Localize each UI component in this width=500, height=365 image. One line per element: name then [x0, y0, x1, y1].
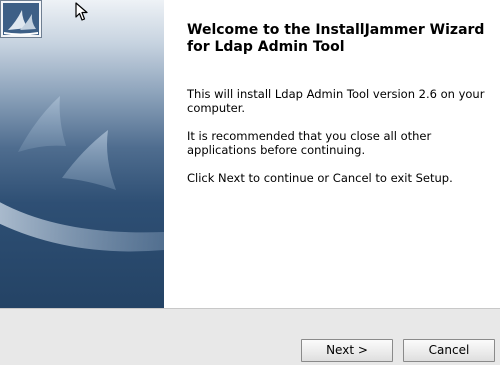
close-apps-note: It is recommended that you close all oth…: [187, 129, 432, 157]
next-button[interactable]: Next >: [301, 339, 393, 362]
install-description: This will install Ldap Admin Tool versio…: [187, 87, 485, 115]
continue-instructions: Click Next to continue or Cancel to exit…: [187, 171, 453, 185]
wizard-content: Welcome to the InstallJammer Wizard for …: [164, 0, 500, 308]
installjammer-logo-icon: [0, 0, 42, 38]
mouse-cursor-icon: [75, 2, 88, 21]
button-bar: Next > Cancel: [0, 308, 500, 365]
wizard-title: Welcome to the InstallJammer Wizard for …: [187, 22, 485, 55]
sail-graphic: [0, 96, 164, 252]
cancel-button[interactable]: Cancel: [403, 339, 495, 362]
wizard-side-graphic: [0, 0, 164, 308]
installer-window: Welcome to the InstallJammer Wizard for …: [0, 0, 500, 365]
